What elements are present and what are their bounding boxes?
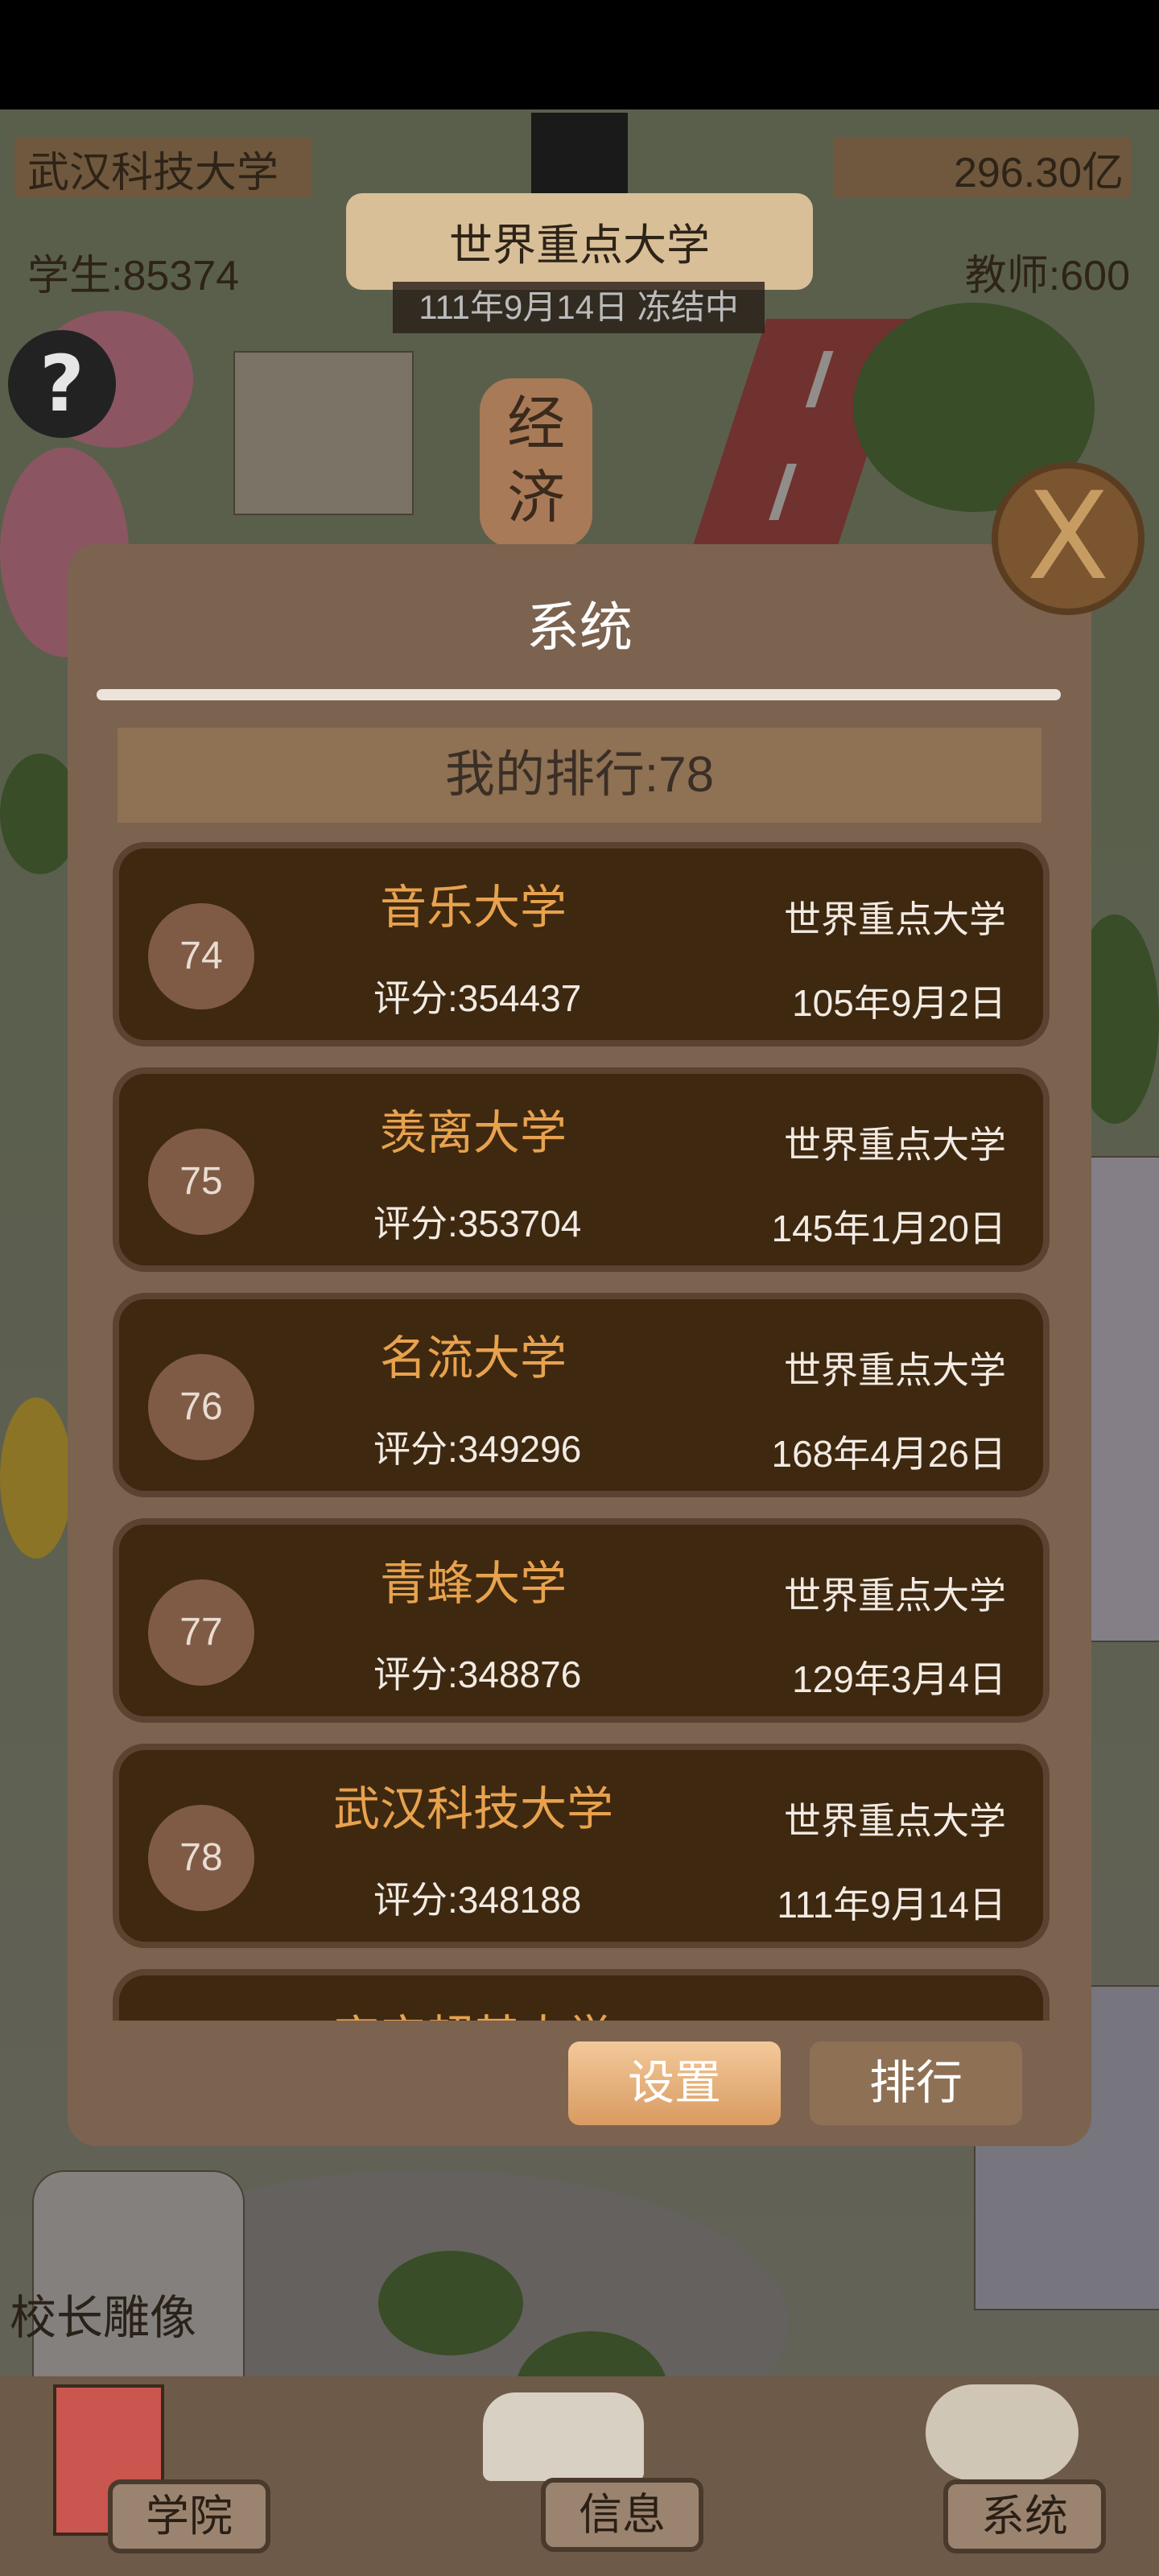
rank-number-badge: 78 [148, 1805, 254, 1911]
university-date: 105年9月2日 [792, 982, 1006, 1024]
game-date-status: 111年9月14日 冻结中 [393, 282, 765, 333]
university-tier: 世界重点大学 [784, 1800, 1006, 1842]
university-date: 145年1月20日 [771, 1208, 1007, 1249]
university-tier: 世界重点大学 [784, 1124, 1006, 1166]
rank-title: 世界重点大学 [449, 221, 710, 270]
rank-number-badge: 77 [148, 1579, 254, 1686]
university-tier: 世界重点大学 [784, 1575, 1006, 1616]
title-divider [97, 689, 1061, 700]
university-name: 羡离大学 [379, 1107, 567, 1159]
ranking-list[interactable]: 74 音乐大学 评分:354437 世界重点大学 105年9月2日 75 羡离大… [113, 842, 1050, 2021]
ranking-row[interactable]: 77 青蜂大学 评分:348876 世界重点大学 129年3月4日 [113, 1518, 1050, 1723]
ranking-row[interactable]: 74 音乐大学 评分:354437 世界重点大学 105年9月2日 [113, 842, 1050, 1046]
magnifier-scroll-icon[interactable] [926, 2384, 1079, 2481]
university-name: 武汉科技大学 [332, 1783, 613, 1835]
teacher-count: 教师:600 [964, 253, 1130, 299]
status-bar [0, 0, 1159, 109]
university-score: 评分:348876 [373, 1653, 582, 1695]
university-score: 评分:353704 [373, 1203, 582, 1245]
economy-sign: 经济 [480, 378, 592, 547]
help-icon[interactable]: ? [8, 330, 116, 438]
university-date: 111年9月14日 [777, 1884, 1006, 1926]
student-count: 学生:85374 [27, 253, 240, 299]
my-rank: 我的排行:78 [118, 728, 1041, 823]
university-date: 168年4月26日 [771, 1433, 1007, 1475]
close-icon[interactable]: X [992, 462, 1145, 615]
book-icon[interactable] [483, 2392, 644, 2481]
rank-number-badge: 76 [148, 1354, 254, 1460]
university-score: 评分:349296 [373, 1428, 582, 1470]
nav-system[interactable]: 系统 [943, 2479, 1106, 2553]
ranking-row[interactable]: 75 羡离大学 评分:353704 世界重点大学 145年1月20日 [113, 1067, 1050, 1272]
money-value: 296.30亿 [953, 150, 1124, 196]
university-name: 音乐大学 [379, 881, 567, 934]
rank-number-badge: 74 [148, 903, 254, 1009]
university-score: 评分:354437 [373, 977, 582, 1019]
settings-button[interactable]: 设置 [568, 2041, 781, 2125]
university-tier: 世界重点大学 [784, 1349, 1006, 1391]
system-dialog: 系统 我的排行:78 74 音乐大学 评分:354437 世界重点大学 105年… [68, 544, 1091, 2146]
ranking-row[interactable]: 宇宙超基大学 [113, 1969, 1050, 2021]
university-name: 宇宙超基大学 [280, 2000, 666, 2021]
university-score: 评分:348188 [373, 1879, 582, 1921]
ranking-row[interactable]: 76 名流大学 评分:349296 世界重点大学 168年4月26日 [113, 1293, 1050, 1497]
nav-info[interactable]: 信息 [541, 2478, 703, 2552]
bottom-nav: 学院 信息 系统 [0, 2376, 1159, 2576]
university-tier: 世界重点大学 [784, 898, 1006, 940]
rank-number-badge: 75 [148, 1129, 254, 1235]
school-building-icon [531, 113, 628, 193]
ranking-row-self[interactable]: 78 武汉科技大学 评分:348188 世界重点大学 111年9月14日 [113, 1744, 1050, 1948]
school-name: 武汉科技大学 [27, 150, 279, 196]
university-name: 青蜂大学 [379, 1558, 567, 1610]
dialog-title: 系统 [526, 597, 633, 657]
statue-label: 校长雕像 [10, 2292, 197, 2344]
university-date: 129年3月4日 [792, 1658, 1006, 1700]
ranking-button[interactable]: 排行 [810, 2041, 1022, 2125]
university-name: 名流大学 [379, 1332, 567, 1385]
nav-college[interactable]: 学院 [108, 2479, 270, 2553]
